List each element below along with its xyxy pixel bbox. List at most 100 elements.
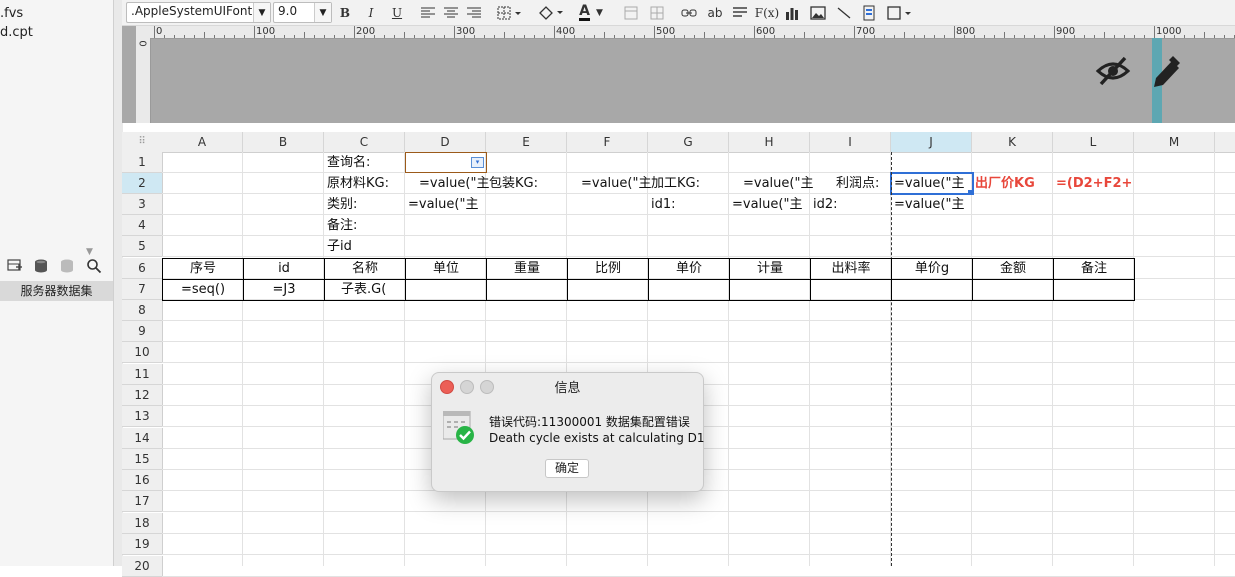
cell-E2[interactable]: 包装KG: [489, 176, 565, 192]
dropdown-widget-icon[interactable]: ▾ [471, 157, 484, 168]
row-header-7[interactable]: 7 [122, 279, 163, 300]
merge-cells-icon[interactable] [622, 3, 640, 22]
cell-A6[interactable]: 序号 [165, 261, 241, 277]
column-header-F[interactable]: F [567, 132, 648, 153]
search-icon[interactable] [85, 257, 103, 275]
column-header-H[interactable]: H [729, 132, 810, 153]
unmerge-cells-icon[interactable] [648, 3, 666, 22]
column-header-A[interactable]: A [162, 132, 243, 153]
cell-L6[interactable]: 备注 [1056, 261, 1132, 277]
cell-C5[interactable]: 子id [327, 239, 403, 255]
cell-C1[interactable]: 查询名: [327, 155, 403, 171]
underline-button[interactable]: U [387, 3, 407, 22]
pencil-icon[interactable] [1148, 55, 1180, 92]
cell-L2[interactable]: =(D2+F2+ [1056, 176, 1132, 192]
cell-I3[interactable]: id2: [813, 197, 889, 213]
cell-C3[interactable]: 类别: [327, 197, 403, 213]
row-header-11[interactable]: 11 [122, 364, 163, 385]
server-dataset-label[interactable]: 服务器数据集 [0, 281, 113, 301]
cell-J3[interactable]: =value("主 [894, 197, 970, 213]
cell-K6[interactable]: 金额 [975, 261, 1051, 277]
row-header-12[interactable]: 12 [122, 385, 163, 406]
slash-icon[interactable] [834, 3, 854, 22]
cell-I6[interactable]: 出料率 [813, 261, 889, 277]
add-dataset-icon[interactable] [6, 257, 24, 275]
italic-button[interactable]: I [361, 3, 381, 22]
row-header-19[interactable]: 19 [122, 534, 163, 555]
column-header-J[interactable]: J [891, 132, 972, 153]
file-item-fvs[interactable]: .fvs [0, 6, 23, 21]
row-header-20[interactable]: 20 [122, 556, 163, 577]
cell-J2[interactable]: =value("主 [894, 176, 970, 192]
image-icon[interactable] [808, 3, 828, 22]
cell-F2[interactable]: =value("主 [570, 176, 657, 192]
row-header-15[interactable]: 15 [122, 449, 163, 470]
file-item-cpt[interactable]: d.cpt [0, 25, 33, 40]
cell-D3[interactable]: =value("主 [408, 197, 484, 213]
cell-H6[interactable]: 计量 [732, 261, 808, 277]
ok-button[interactable]: 确定 [545, 459, 589, 478]
cell-H2[interactable]: =value("主 [732, 176, 819, 192]
row-header-4[interactable]: 4 [122, 215, 163, 236]
link-icon[interactable] [679, 3, 699, 22]
wrap-text-icon[interactable] [731, 3, 749, 22]
column-header-M[interactable]: M [1134, 132, 1215, 153]
align-left-icon[interactable] [419, 3, 437, 22]
cell-C7[interactable]: 子表.G( [327, 282, 417, 298]
font-color-button[interactable]: A ▼ [574, 3, 608, 22]
cell-H3[interactable]: =value("主 [732, 197, 808, 213]
column-header-E[interactable]: E [486, 132, 567, 153]
bold-button[interactable]: B [335, 3, 355, 22]
row-header-8[interactable]: 8 [122, 300, 163, 321]
selected-cell-D1[interactable]: ▾ [405, 152, 487, 173]
cell-J6[interactable]: 单价g [894, 261, 970, 277]
text-format-button[interactable]: ab [705, 3, 725, 22]
cell-G3[interactable]: id1: [651, 197, 727, 213]
cell-C4[interactable]: 备注: [327, 218, 403, 234]
font-family-select[interactable]: .AppleSystemUIFont ▼ [126, 2, 271, 23]
column-header-D[interactable]: D [405, 132, 486, 153]
row-header-5[interactable]: 5 [122, 236, 163, 257]
row-header-6[interactable]: 6 [122, 258, 163, 279]
fill-color-icon[interactable] [536, 3, 566, 22]
formula-button[interactable]: F(x) [755, 3, 779, 22]
row-header-16[interactable]: 16 [122, 470, 163, 491]
column-header-C[interactable]: C [324, 132, 405, 153]
column-header-K[interactable]: K [972, 132, 1053, 153]
cell-F6[interactable]: 比例 [570, 261, 646, 277]
align-center-icon[interactable] [442, 3, 460, 22]
row-header-17[interactable]: 17 [122, 491, 163, 512]
border-style-dropdown-icon[interactable] [886, 3, 916, 22]
font-size-select[interactable]: 9.0 ▼ [273, 2, 332, 23]
row-header-14[interactable]: 14 [122, 428, 163, 449]
cell-C6[interactable]: 名称 [327, 261, 403, 277]
row-header-2[interactable]: 2 [122, 173, 163, 194]
database-icon[interactable] [32, 257, 50, 275]
row-header-10[interactable]: 10 [122, 342, 163, 363]
row-header-1[interactable]: 1 [122, 152, 163, 173]
cell-D2[interactable]: =value("主 [408, 176, 495, 192]
select-all-corner[interactable]: ⠿ [122, 132, 163, 153]
hide-eye-icon[interactable] [1095, 55, 1131, 90]
align-right-icon[interactable] [465, 3, 483, 22]
border-dropdown-icon[interactable] [496, 3, 524, 22]
cell-B7[interactable]: =J3 [246, 282, 322, 298]
cell-C2[interactable]: 原材料KG: [327, 176, 403, 192]
column-header-I[interactable]: I [810, 132, 891, 153]
form-icon[interactable] [859, 3, 879, 22]
column-header-L[interactable]: L [1053, 132, 1134, 153]
column-header-B[interactable]: B [243, 132, 324, 153]
cell-E6[interactable]: 重量 [489, 261, 565, 277]
cell-A7[interactable]: =seq() [165, 282, 241, 298]
cell-B6[interactable]: id [246, 261, 322, 277]
column-header-G[interactable]: G [648, 132, 729, 153]
row-header-3[interactable]: 3 [122, 194, 163, 215]
row-header-9[interactable]: 9 [122, 321, 163, 342]
cell-K2[interactable]: 出厂价KG [975, 176, 1051, 192]
chart-icon[interactable] [783, 3, 801, 22]
cell-D6[interactable]: 单位 [408, 261, 484, 277]
cell-G2[interactable]: 加工KG: [651, 176, 727, 192]
row-header-13[interactable]: 13 [122, 406, 163, 427]
cell-G6[interactable]: 单价 [651, 261, 727, 277]
row-header-18[interactable]: 18 [122, 513, 163, 534]
